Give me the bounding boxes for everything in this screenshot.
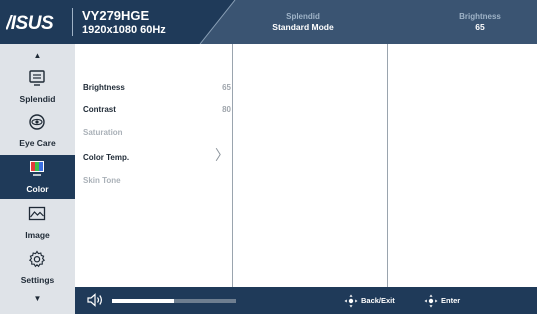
color-bars-icon [30, 161, 44, 176]
joystick-icon [344, 294, 358, 308]
header-brightness-status: Brightness 65 [435, 11, 525, 33]
image-icon [28, 206, 46, 221]
sidebar-item-color[interactable]: Color [0, 155, 75, 199]
joystick-icon [424, 294, 438, 308]
sidebar: ▲ Splendid Eye Care Color Image Settings… [0, 44, 75, 314]
column-divider [232, 44, 233, 287]
sidebar-item-eye-care[interactable]: Eye Care [0, 109, 75, 153]
scroll-down-arrow-icon[interactable]: ▼ [0, 294, 75, 303]
osd-header: /ISUS VY279HGE 1920x1080 60Hz Splendid S… [0, 0, 537, 44]
gear-icon [28, 250, 46, 268]
sidebar-item-image[interactable]: Image [0, 201, 75, 245]
back-exit-label: Back/Exit [361, 296, 395, 305]
monitor-icon [29, 70, 45, 86]
menu-item-label: Skin Tone [83, 176, 121, 185]
menu-panel: Brightness 65 Contrast 80 Saturation Col… [75, 44, 537, 287]
volume-slider[interactable] [112, 299, 236, 303]
monitor-osd: /ISUS VY279HGE 1920x1080 60Hz Splendid S… [0, 0, 537, 314]
scroll-up-arrow-icon[interactable]: ▲ [0, 51, 75, 60]
splendid-value: Standard Mode [272, 22, 334, 32]
volume-slider-fill [112, 299, 174, 303]
column-divider [387, 44, 388, 287]
splendid-caption: Splendid [286, 12, 320, 21]
menu-item-label: Brightness [83, 83, 125, 92]
speaker-icon [87, 293, 102, 307]
chevron-right-icon: 〉 [215, 147, 229, 163]
eye-icon [29, 114, 45, 130]
sidebar-item-label: Color [26, 184, 49, 194]
menu-item-value: 80 [222, 105, 231, 114]
menu-item-label: Color Temp. [83, 153, 130, 162]
sidebar-item-label: Image [25, 230, 50, 240]
brightness-caption: Brightness [459, 12, 501, 21]
osd-footer: Back/Exit Enter [75, 287, 537, 314]
sidebar-item-label: Eye Care [19, 138, 56, 148]
header-splendid-status: Splendid Standard Mode [258, 11, 348, 33]
enter-label: Enter [441, 296, 461, 305]
sidebar-item-label: Settings [20, 275, 55, 285]
sidebar-item-label: Splendid [19, 94, 56, 104]
sidebar-item-splendid[interactable]: Splendid [0, 65, 75, 109]
menu-item-value: 65 [222, 83, 231, 92]
brightness-value: 65 [475, 22, 485, 32]
menu-item-label: Saturation [83, 128, 123, 137]
sidebar-item-settings[interactable]: Settings [0, 246, 75, 290]
menu-item-label: Contrast [83, 105, 116, 114]
